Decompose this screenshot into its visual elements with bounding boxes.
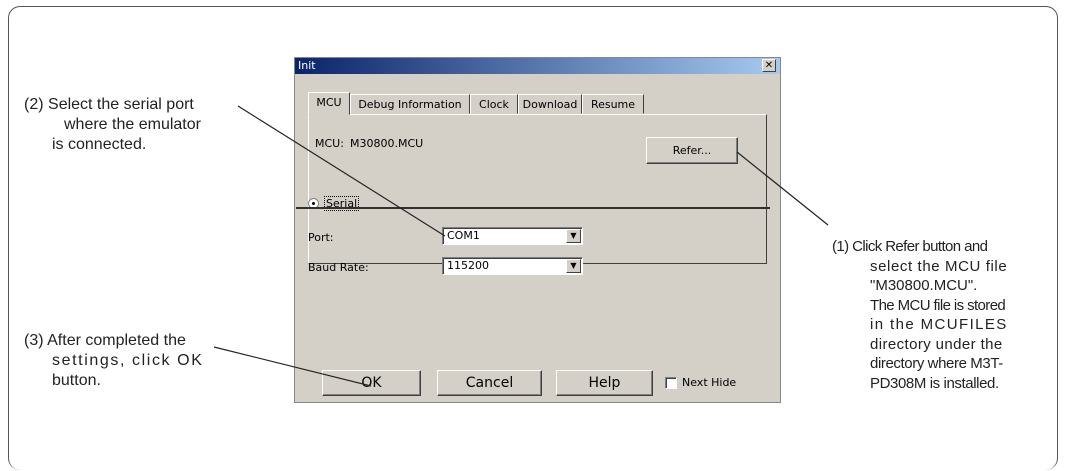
tab-mcu[interactable]: MCU <box>308 92 350 115</box>
leader-line-step1 <box>736 151 829 226</box>
leader-lines <box>213 105 829 387</box>
leader-line-step3 <box>213 346 372 387</box>
leader-line-step2 <box>237 105 446 237</box>
